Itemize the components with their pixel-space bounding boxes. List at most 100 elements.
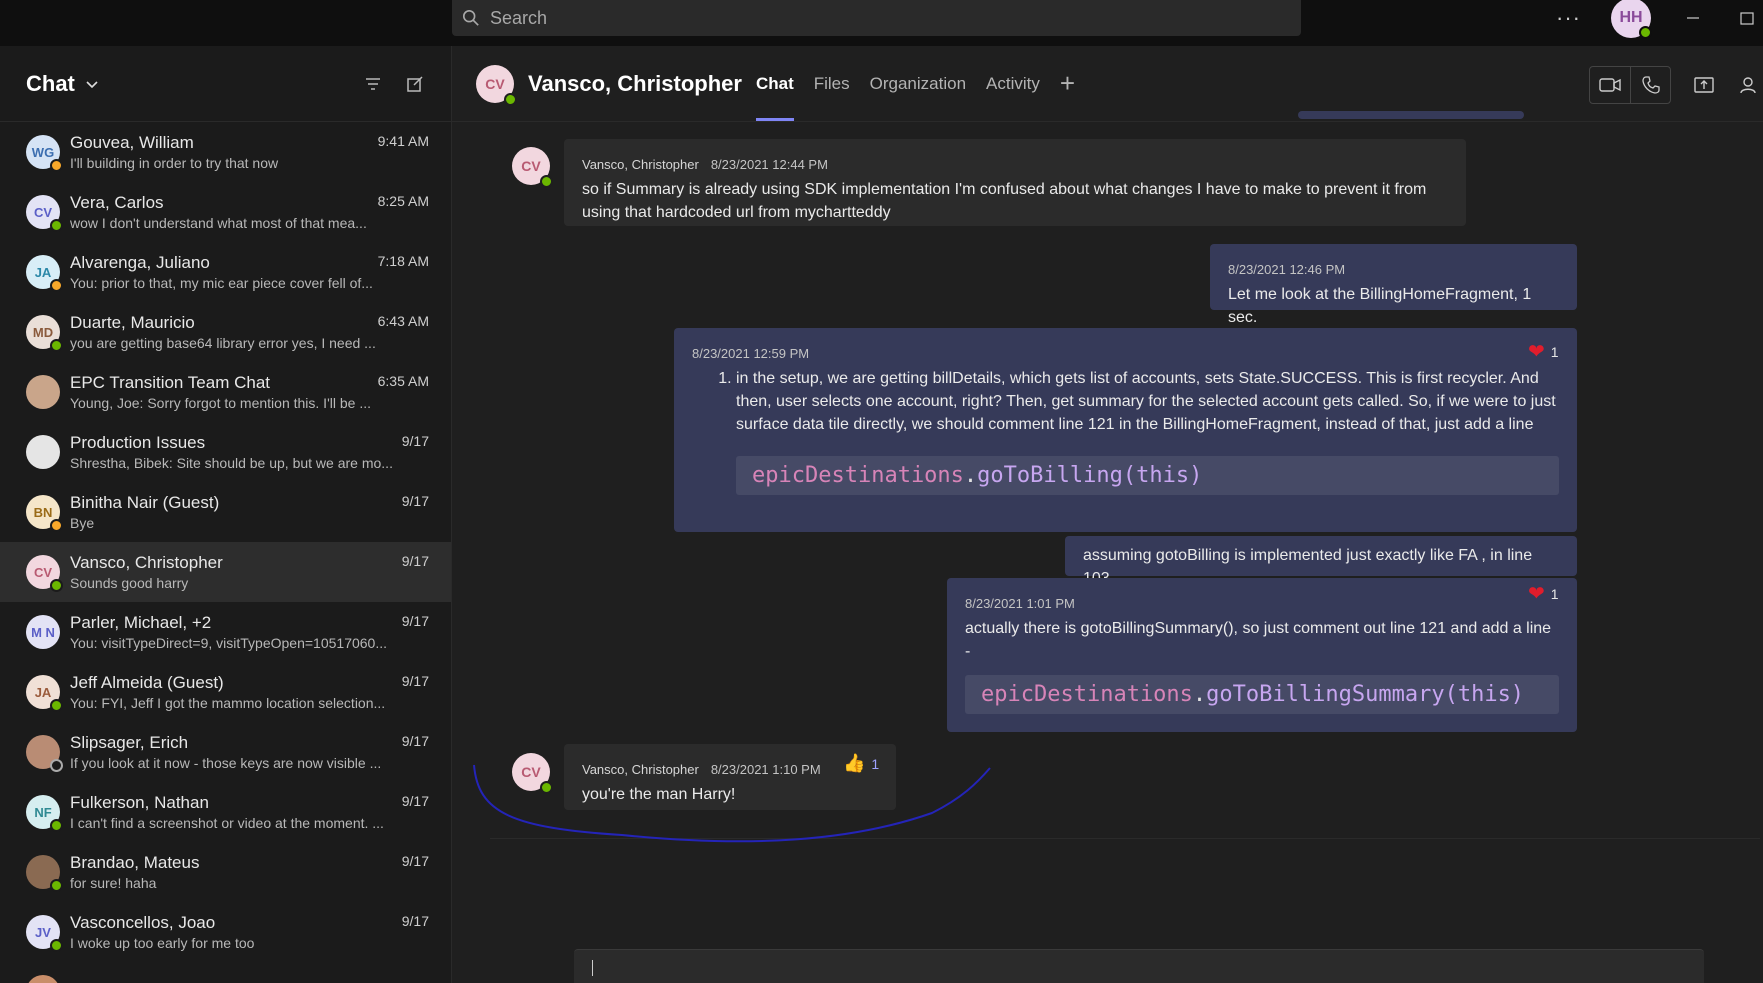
profile-avatar[interactable]: HH [1611, 0, 1652, 39]
message-time: 8/23/2021 12:59 PM [692, 346, 810, 361]
code-block: epicDestinations.goToBilling(this) [736, 456, 1559, 495]
chat-item-header: Duarte, Mauricio 6:43 AM [70, 313, 429, 333]
chat-item-name: Parler, Michael, +2 [70, 613, 212, 632]
code-object: epicDestinations [752, 463, 964, 488]
message-bubble[interactable]: 8/23/2021 12:46 PM Let me look at the Bi… [1210, 244, 1577, 326]
chat-item-header: Fulkerson, Nathan 9/17 [70, 793, 429, 813]
chat-avatar: CV [26, 555, 63, 592]
chat-avatar-initials: MD [32, 324, 54, 340]
presence-available-icon [1639, 26, 1652, 39]
search-box[interactable]: Search [452, 0, 1301, 36]
chat-list-item[interactable]: Slipsager, Erich 9/17 If you look at it no… [0, 722, 451, 782]
chat-list-item[interactable]: MD Duarte, Mauricio 6:43 AM you are getting… [0, 302, 451, 362]
chat-item-header: Slipsager, Erich 9/17 [70, 733, 429, 753]
chat-item-text: Duarte, Mauricio 6:43 AM you are getting b… [70, 313, 451, 351]
message-time: 8/23/2021 1:10 PM [710, 762, 821, 777]
chat-list-item[interactable]: Brandao, Mateus 9/17 for sure! haha [0, 842, 451, 902]
chat-item-name: Vasconcellos, Joao [70, 913, 216, 932]
message-time: 8/23/2021 1:01 PM [965, 596, 1075, 611]
partial-message-bubble [1298, 111, 1524, 119]
compose-box[interactable] [574, 949, 1704, 983]
chat-item-time: 9/17 [401, 913, 429, 929]
reaction-count: 1 [1550, 585, 1559, 602]
chat-item-preview: Sounds good harry [70, 575, 189, 591]
message-text: you're the man Harry! [582, 786, 736, 803]
chat-item-time: 9/17 [401, 673, 429, 689]
chat-list-item[interactable]: CV Vansco, Christopher 9/17 Sounds good har… [0, 542, 451, 602]
reaction-count: 1 [871, 755, 880, 772]
message-list-item: in the setup, we are getting billDetails… [736, 367, 1559, 436]
contact-avatar[interactable]: CV [476, 64, 517, 106]
chat-item-preview: You: FYI, Jeff I got the mammo location … [70, 695, 386, 711]
message-meta: Vansco, Christopher 8/23/2021 1:10 PM [582, 758, 878, 781]
conversation-tabs: Chat Files Organization Activity + [755, 46, 1075, 121]
share-screen-icon [1694, 77, 1714, 93]
chat-avatar: CV [26, 195, 63, 232]
reaction-like[interactable]: 👍 1 [843, 753, 879, 774]
chat-item-text: Vera, Carlos 8:25 AM wow I don't understan… [70, 193, 451, 231]
chat-list-item[interactable]: Android Team9/16 [0, 962, 451, 983]
chat-list-item[interactable]: M N Parler, Michael, +2 9/17 You: visitType… [0, 602, 451, 662]
new-chat-icon[interactable] [405, 74, 425, 94]
more-options-icon[interactable]: ··· [1556, 5, 1581, 31]
sender-initials: CV [521, 158, 541, 174]
contact-name: Vansco, Christopher [528, 70, 742, 96]
chat-list-header: Chat [0, 46, 451, 122]
conversation-pane: CV Vansco, Christopher Chat Files Organi… [452, 46, 1763, 983]
chat-list-item[interactable]: CV Vera, Carlos 8:25 AM wow I don't underst… [0, 182, 451, 242]
message-bubble[interactable]: 8/23/2021 12:59 PM in the setup, we are … [674, 328, 1577, 532]
chat-avatar [26, 375, 60, 409]
minimize-button[interactable] [1681, 6, 1705, 30]
add-tab-button[interactable]: + [1060, 68, 1075, 99]
sender-avatar: CV [512, 147, 553, 188]
chat-item-text: Alvarenga, Juliano 7:18 AM You: prior to t… [70, 253, 451, 291]
chat-list-item[interactable]: JA Jeff Almeida (Guest) 9/17 You: FYI, Jeff… [0, 662, 451, 722]
chat-item-preview: wow I don't understand what most of that… [70, 215, 367, 231]
code-object: epicDestinations [981, 682, 1193, 707]
reaction-heart[interactable]: ❤ 1 [1528, 581, 1559, 606]
heart-icon: ❤ [1528, 341, 1545, 363]
tab-files[interactable]: Files [814, 46, 850, 121]
chat-item-name: Alvarenga, Juliano [70, 253, 210, 272]
share-screen-button[interactable] [1691, 67, 1717, 103]
presence-available-icon [50, 879, 63, 892]
chat-list-item[interactable]: Production Issues 9/17 Shrestha, Bibek: Si… [0, 422, 451, 482]
message-bubble[interactable]: 8/23/2021 1:01 PM actually there is goto… [947, 578, 1577, 732]
people-button[interactable] [1737, 67, 1763, 103]
filter-icon[interactable] [363, 74, 383, 94]
audio-call-button[interactable] [1630, 67, 1670, 103]
tab-organization[interactable]: Organization [870, 46, 966, 121]
chat-item-preview: I can't find a screenshot or video at th… [70, 815, 384, 831]
message-meta: Vansco, Christopher 8/23/2021 12:44 PM [582, 153, 1448, 176]
message-text: Let me look at the BillingHomeFragment, … [1228, 286, 1532, 326]
chat-list-item[interactable]: NF Fulkerson, Nathan 9/17 I can't find a sc… [0, 782, 451, 842]
tab-chat[interactable]: Chat [755, 46, 794, 121]
chat-avatar [26, 735, 63, 772]
chat-item-time: 9:41 AM [377, 133, 429, 149]
chat-title-dropdown[interactable]: Chat [26, 71, 99, 97]
reaction-count: 1 [1550, 343, 1559, 360]
chat-item-preview: for sure! haha [70, 875, 157, 891]
chat-list-item[interactable]: WG Gouvea, William 9:41 AM I'll building in… [0, 122, 451, 182]
chat-list-item[interactable]: JV Vasconcellos, Joao 9/17 I woke up too ea… [0, 902, 451, 962]
maximize-button[interactable] [1735, 6, 1759, 30]
chat-item-text: Gouvea, William 9:41 AM I'll building in o… [70, 133, 451, 171]
presence-available-icon [50, 939, 63, 952]
chat-avatar-initials: CV [33, 564, 53, 580]
chat-avatar-initials: M N [31, 624, 55, 640]
chat-avatar-initials: JA [34, 264, 52, 280]
chat-list-item[interactable]: BN Binitha Nair (Guest) 9/17 Bye [0, 482, 451, 542]
tab-activity[interactable]: Activity [986, 46, 1040, 121]
reaction-heart[interactable]: ❤ 1 [1528, 339, 1559, 364]
message-bubble[interactable]: Vansco, Christopher 8/23/2021 12:44 PM so… [564, 139, 1466, 226]
minimize-icon [1687, 17, 1699, 19]
sender-initials: CV [521, 764, 541, 780]
chat-item-text: Jeff Almeida (Guest) 9/17 You: FYI, Jeff I… [70, 673, 451, 711]
chat-item-header: Binitha Nair (Guest) 9/17 [70, 493, 429, 513]
teams-window: Search ··· HH Chat WG Gouvea, William 9:… [0, 0, 1763, 983]
chat-list-item[interactable]: JA Alvarenga, Juliano 7:18 AM You: prior to… [0, 242, 451, 302]
message-bubble[interactable]: assuming gotoBilling is implemented just… [1065, 536, 1577, 587]
chat-avatar: BN [26, 495, 63, 532]
chat-list-item[interactable]: EPC Transition Team Chat 6:35 AM Young, Jo… [0, 362, 451, 422]
video-call-button[interactable] [1590, 67, 1630, 103]
